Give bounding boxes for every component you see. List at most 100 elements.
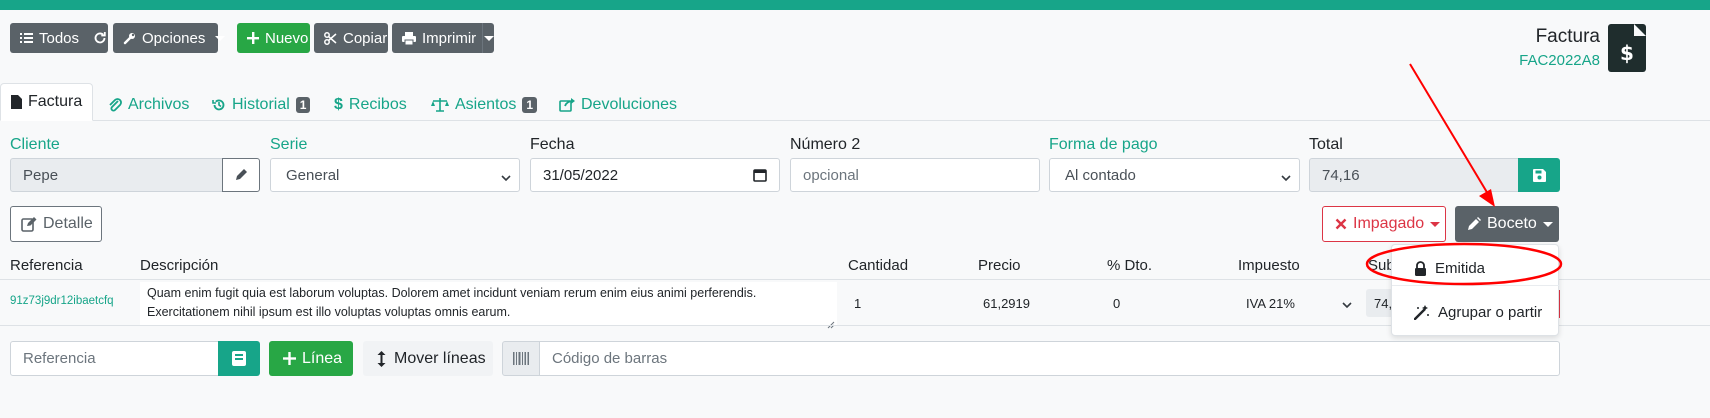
tab-devoluciones-label: Devoluciones (581, 96, 678, 113)
date-field[interactable]: 31/05/2022 (530, 158, 780, 192)
row-tax-value: IVA 21% (1246, 295, 1295, 311)
header-tax: Impuesto (1238, 257, 1300, 274)
header-description: Descripción (140, 257, 219, 274)
number2-label: Número 2 (790, 136, 861, 153)
dollar-icon: $ (334, 96, 343, 113)
lock-icon (1414, 260, 1427, 276)
resize-handle-icon[interactable] (827, 316, 835, 329)
print-button[interactable]: Imprimir (392, 23, 494, 53)
save-button[interactable] (1518, 158, 1560, 192)
menu-item-agrupar[interactable]: Agrupar o partir (1392, 297, 1560, 327)
unpaid-button-label: Impagado (1353, 215, 1425, 232)
new-button[interactable]: Nuevo (237, 23, 310, 53)
svg-text:$: $ (1620, 41, 1634, 65)
chevron-down-icon (483, 35, 494, 41)
plus-icon (283, 352, 296, 365)
menu-item-agrupar-label: Agrupar o partir (1438, 303, 1543, 321)
tab-historial[interactable]: Historial 1 (212, 89, 311, 121)
print-dropdown-toggle[interactable] (482, 23, 494, 53)
move-lines-button[interactable]: Mover líneas (363, 341, 493, 376)
add-line-button-label: Línea (302, 349, 343, 367)
copy-button[interactable]: Copiar (314, 23, 388, 53)
catalog-button[interactable] (218, 341, 260, 376)
barcode-icon (513, 352, 529, 365)
status-button[interactable]: Boceto (1455, 206, 1559, 242)
book-icon (232, 351, 246, 366)
tab-asientos[interactable]: Asientos 1 (431, 89, 538, 121)
payment-label[interactable]: Forma de pago (1049, 136, 1158, 154)
options-button[interactable]: Opciones (113, 23, 226, 53)
date-label: Fecha (530, 136, 575, 153)
wrench-icon (123, 32, 136, 45)
row-description-line1: Quam enim fugit quia est laborum volupta… (147, 286, 757, 300)
invoice-dollar-icon: $ (1608, 24, 1646, 72)
edit-client-button[interactable] (222, 158, 260, 192)
menu-item-emitida[interactable]: Emitida (1392, 253, 1560, 283)
file-icon (11, 95, 22, 109)
number2-field[interactable]: opcional (790, 158, 1040, 192)
pencil-icon (1467, 217, 1481, 231)
edit-icon (21, 216, 37, 232)
barcode-addon (502, 341, 540, 376)
status-dropdown-menu: Emitida Agrupar o partir (1391, 244, 1560, 336)
header-reference: Referencia (10, 257, 83, 274)
asientos-count-badge: 1 (522, 97, 538, 113)
row-quantity[interactable]: 1 (854, 296, 861, 311)
total-field: 74,16 (1309, 158, 1519, 192)
barcode-input[interactable]: Código de barras (539, 341, 1560, 376)
row-subtotal-value: 74, (1374, 295, 1393, 311)
row-description-field[interactable]: Quam enim fugit quia est laborum volupta… (140, 282, 837, 329)
refresh-icon[interactable] (93, 31, 107, 45)
magic-wand-icon (1414, 304, 1430, 320)
client-label[interactable]: Cliente (10, 136, 60, 154)
row-price[interactable]: 61,2919 (983, 296, 1030, 311)
chevron-down-icon (1281, 170, 1291, 182)
all-button[interactable]: Todos (10, 23, 108, 53)
row-tax[interactable]: IVA 21% (1238, 290, 1358, 316)
list-icon (20, 32, 33, 44)
document-title: Factura (1535, 26, 1600, 47)
row-description-line2: Exercitationem nihil ipsum est illo volu… (147, 305, 511, 319)
tab-factura-label: Factura (28, 93, 83, 110)
document-code[interactable]: FAC2022A8 (1480, 52, 1600, 69)
total-label: Total (1309, 136, 1343, 153)
tab-historial-label: Historial (232, 96, 290, 113)
serie-select[interactable]: General (270, 158, 520, 192)
header-quantity: Cantidad (848, 257, 909, 274)
detail-button-label: Detalle (43, 215, 93, 232)
top-accent-bar (0, 0, 1710, 10)
serie-select-value: General (286, 166, 340, 184)
menu-divider (1392, 285, 1560, 286)
paperclip-icon (108, 98, 122, 112)
add-line-button[interactable]: Línea (269, 341, 353, 376)
serie-label[interactable]: Serie (270, 136, 307, 154)
copy-button-label: Copiar (343, 29, 388, 47)
row-reference-link[interactable]: 91z73j9dr12ibaetcfq (10, 295, 114, 307)
client-field[interactable]: Pepe (10, 158, 223, 192)
tab-archivos[interactable]: Archivos (108, 89, 189, 121)
tab-factura[interactable]: Factura (0, 83, 94, 121)
header-discount: % Dto. (1107, 257, 1153, 274)
payment-select[interactable]: Al contado (1049, 158, 1300, 192)
date-field-value: 31/05/2022 (543, 166, 619, 184)
detail-button[interactable]: Detalle (10, 206, 102, 242)
move-lines-button-label: Mover líneas (394, 349, 486, 367)
new-button-label: Nuevo (265, 29, 309, 47)
all-button-label: Todos (39, 29, 80, 47)
tab-recibos[interactable]: $ Recibos (334, 89, 407, 121)
chevron-down-icon (1342, 298, 1352, 313)
menu-item-emitida-label: Emitida (1435, 259, 1486, 277)
options-button-label: Opciones (142, 29, 206, 47)
tab-devoluciones[interactable]: Devoluciones (559, 89, 677, 121)
balance-scale-icon (431, 98, 449, 112)
reference-search-input[interactable]: Referencia (10, 341, 219, 376)
calendar-icon[interactable] (753, 168, 767, 182)
unpaid-button[interactable]: Impagado (1322, 206, 1446, 242)
status-button-label: Boceto (1487, 215, 1537, 232)
historial-count-badge: 1 (295, 97, 311, 113)
arrows-vertical-icon (377, 350, 386, 367)
tab-asientos-label: Asientos (455, 96, 517, 113)
save-icon (1532, 168, 1546, 182)
close-icon (1335, 218, 1347, 230)
row-discount[interactable]: 0 (1113, 296, 1120, 311)
